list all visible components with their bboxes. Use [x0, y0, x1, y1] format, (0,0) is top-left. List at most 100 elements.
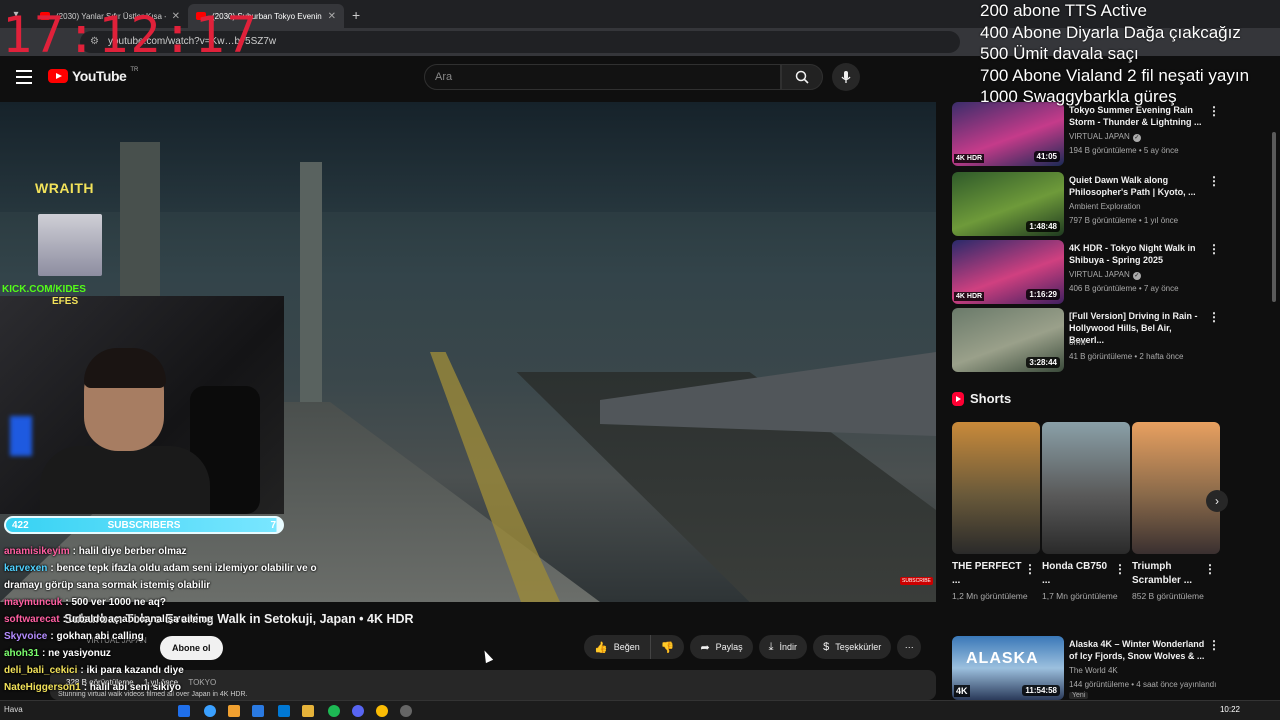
thumbs-up-icon: 👍	[594, 641, 608, 654]
recommended-channel[interactable]: omw	[1069, 338, 1086, 347]
recommended-channel[interactable]: VIRTUAL JAPAN ✓	[1069, 132, 1141, 142]
thanks-label: Teşekkürler	[835, 642, 882, 652]
page-scrollbar[interactable]	[1271, 102, 1277, 702]
download-button[interactable]: ⤓ İndir	[758, 635, 808, 659]
folder-icon[interactable]	[302, 705, 314, 717]
more-options-icon[interactable]: ⋮	[1114, 562, 1126, 576]
chat-username: Skyvoice	[4, 631, 48, 642]
short-views: 852 B görüntüleme	[1132, 591, 1204, 601]
voice-search-button[interactable]	[832, 63, 860, 91]
webcam-person-hair	[84, 348, 166, 388]
recommended-title[interactable]: Alaska 4K – Winter Wonderland of Icy Fjo…	[1069, 638, 1209, 662]
more-actions-button[interactable]: ⋯	[897, 635, 922, 659]
efes-label: EFES	[52, 296, 79, 307]
clock[interactable]: 10:22	[1220, 705, 1240, 714]
more-options-icon[interactable]: ⋮	[1208, 174, 1220, 188]
chat-text: : urbaldo aç abi canalışa aileme	[62, 614, 213, 625]
short-title[interactable]: THE PERFECT ...	[952, 560, 1026, 588]
thanks-button[interactable]: $ Teşekkürler	[813, 635, 892, 659]
chat-username: deli_bali_cekici	[4, 665, 78, 676]
recommended-meta: 406 B görüntüleme • 7 ay önce	[1069, 284, 1179, 293]
short-title[interactable]: Honda CB750 ...	[1042, 560, 1116, 588]
chat-text: : halil diye berber olmaz	[72, 546, 187, 557]
share-button[interactable]: ➦ Paylaş	[690, 635, 753, 659]
spotify-icon[interactable]	[328, 705, 340, 717]
like-label: Beğen	[613, 642, 640, 652]
file-explorer-icon[interactable]	[228, 705, 240, 717]
channel-label: VIRTUAL JAPAN	[1069, 270, 1130, 279]
chat-text: : iki para kazandı diye	[80, 665, 184, 676]
video-thumbnail[interactable]: 4K HDR 41:05	[952, 102, 1064, 166]
view-count: 797 B görüntüleme	[1069, 216, 1137, 225]
quality-badge: 4K	[954, 685, 970, 697]
shorts-heading: Shorts	[952, 391, 1011, 406]
short-thumbnail[interactable]	[952, 422, 1040, 554]
shorts-next-button[interactable]: ›	[1206, 490, 1228, 512]
recommended-video[interactable]: 3:28:44 [Full Version] Driving in Rain - …	[952, 308, 1222, 372]
chat-message: Skyvoice: gokhan abi calling	[4, 628, 334, 645]
search-input[interactable]: Ara	[424, 64, 781, 90]
recommended-video[interactable]: 1:48:48 Quiet Dawn Walk along Philosopher…	[952, 172, 1222, 236]
short-views: 1,2 Mn görüntüleme	[952, 591, 1028, 601]
kick-handle: KICK.COM/KIDES	[2, 284, 86, 295]
more-options-icon[interactable]: ⋮	[1204, 562, 1216, 576]
recommended-channel[interactable]: VIRTUAL JAPAN ✓	[1069, 270, 1141, 280]
start-icon[interactable]	[178, 705, 190, 717]
recommended-title[interactable]: Quiet Dawn Walk along Philosopher's Path…	[1069, 174, 1209, 198]
video-thumbnail[interactable]: 1:48:48	[952, 172, 1064, 236]
webcam-person-body	[40, 446, 210, 514]
recommended-channel[interactable]: The World 4K	[1069, 666, 1118, 675]
thumbs-down-icon: 👎	[660, 641, 675, 654]
upload-age: 1 yıl önce	[1143, 216, 1179, 225]
search-button[interactable]	[781, 64, 823, 90]
subscriber-remaining: 7	[270, 520, 276, 531]
short-title[interactable]: Triumph Scrambler ...	[1132, 560, 1206, 588]
recommended-meta: 194 B görüntüleme • 5 ay önce	[1069, 146, 1179, 155]
scrollbar-thumb[interactable]	[1272, 132, 1276, 302]
short-thumbnail[interactable]	[1042, 422, 1130, 554]
recommended-title[interactable]: 4K HDR - Tokyo Night Walk in Shibuya - S…	[1069, 242, 1209, 266]
subscriber-goals: 200 abone TTS Active 400 Abone Diyarla D…	[980, 0, 1249, 108]
video-duration: 1:16:29	[1026, 289, 1060, 300]
bottom-recommendation[interactable]: ALASKA 4K 11:54:58 Alaska 4K – Winter Wonde…	[952, 636, 1222, 700]
chrome-icon[interactable]	[376, 705, 388, 717]
view-count: 144 görüntüleme	[1069, 680, 1130, 689]
discord-icon[interactable]	[352, 705, 364, 717]
subscribe-watermark[interactable]: SUBSCRIBE	[900, 577, 933, 585]
new-tab-button[interactable]: +	[344, 4, 368, 28]
hamburger-icon[interactable]	[16, 70, 32, 84]
short-thumbnail[interactable]	[1132, 422, 1220, 554]
like-button[interactable]: 👍 Beğen	[584, 635, 650, 659]
dislike-button[interactable]: 👎	[649, 635, 685, 659]
more-options-icon[interactable]: ⋮	[1208, 242, 1220, 256]
upload-age: 4 saat önce yayınlandı	[1136, 680, 1217, 689]
quality-badge: 4K HDR	[954, 154, 985, 163]
store-icon[interactable]	[252, 705, 264, 717]
thumbnail-text: ALASKA	[966, 650, 1039, 667]
close-tab-icon[interactable]: ✕	[328, 11, 336, 22]
recommended-title[interactable]: [Full Version] Driving in Rain - Hollywo…	[1069, 310, 1209, 346]
settings-icon[interactable]	[400, 705, 412, 717]
video-thumbnail[interactable]: ALASKA 4K 11:54:58	[952, 636, 1064, 700]
recommended-title[interactable]: Tokyo Summer Evening Rain Storm - Thunde…	[1069, 104, 1209, 128]
recommended-video[interactable]: 4K HDR 41:05 Tokyo Summer Evening Rain Sto…	[952, 102, 1222, 166]
video-thumbnail[interactable]: 3:28:44	[952, 308, 1064, 372]
mail-icon[interactable]	[278, 705, 290, 717]
short-views: 1,7 Mn görüntüleme	[1042, 591, 1118, 601]
mouse-cursor-icon	[480, 648, 494, 664]
shorts-icon	[952, 391, 964, 406]
goal-line: 1000 Swaggybarkla güreş	[980, 87, 1177, 106]
more-options-icon[interactable]: ⋮	[1208, 638, 1220, 652]
youtube-wordmark: YouTube	[72, 68, 127, 84]
youtube-logo[interactable]: YouTube TR	[48, 67, 138, 84]
video-thumbnail[interactable]: 4K HDR 1:16:29	[952, 240, 1064, 304]
weather-widget[interactable]: Hava	[4, 705, 23, 714]
edge-icon[interactable]	[204, 705, 216, 717]
chat-message: NateHiggerson1: halil abi seni sikiyo	[4, 679, 334, 696]
recommended-video[interactable]: 4K HDR 1:16:29 4K HDR - Tokyo Night Walk i…	[952, 240, 1222, 304]
more-options-icon[interactable]: ⋮	[1208, 310, 1220, 324]
chat-username: softwarecat	[4, 614, 60, 625]
more-options-icon[interactable]: ⋮	[1024, 562, 1036, 576]
view-count: 194 B görüntüleme	[1069, 146, 1137, 155]
recommended-channel[interactable]: Ambient Exploration	[1069, 202, 1141, 211]
